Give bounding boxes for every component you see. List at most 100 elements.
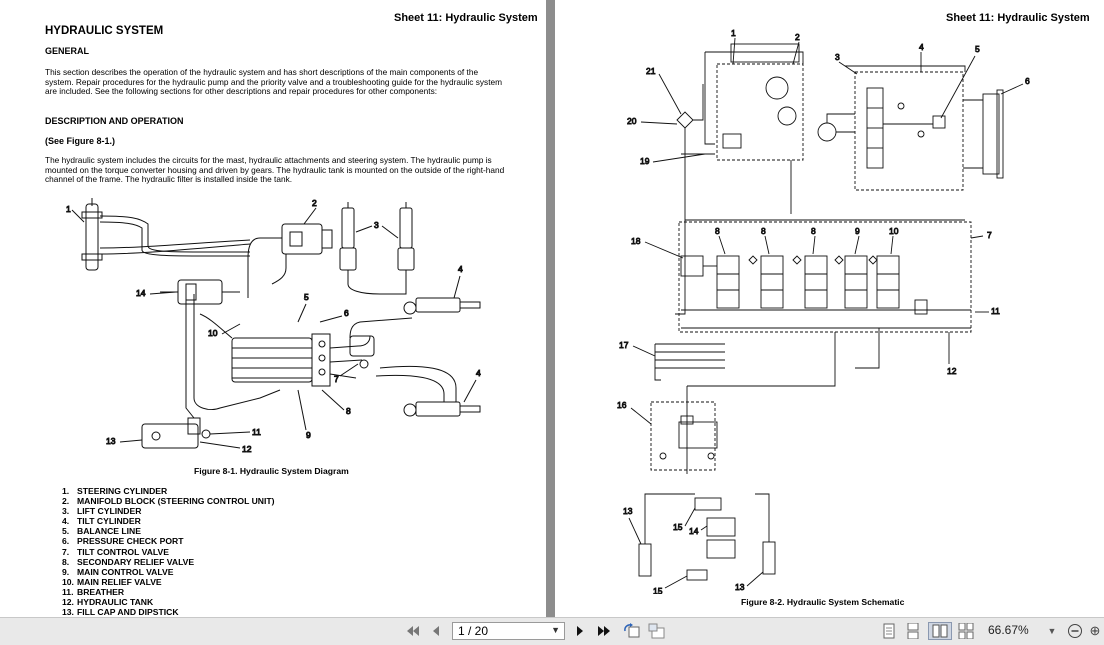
main-control-valve-bank bbox=[678, 221, 972, 333]
svg-text:10: 10 bbox=[208, 328, 218, 338]
hydraulic-schematic: 1 2 3 4 5 6 21 20 19 18 8 8 8 9 10 7 17 … bbox=[617, 28, 1031, 594]
svg-text:10: 10 bbox=[889, 226, 899, 236]
manifold-block-drawing bbox=[247, 223, 333, 298]
sheet-header: Sheet 11: Hydraulic System bbox=[946, 12, 1090, 24]
svg-text:2: 2 bbox=[795, 32, 800, 42]
svg-text:15: 15 bbox=[653, 586, 663, 594]
first-page-icon[interactable] bbox=[404, 622, 422, 640]
svg-text:4: 4 bbox=[476, 368, 481, 378]
svg-text:11: 11 bbox=[252, 427, 261, 437]
continuous-icon[interactable] bbox=[904, 622, 922, 640]
list-item: 4. TILT CYLINDER bbox=[62, 516, 141, 527]
svg-text:13: 13 bbox=[623, 506, 633, 516]
list-item: 11. BREATHER bbox=[62, 586, 125, 597]
page-number-input[interactable]: 1 / 20 ▼ bbox=[452, 622, 565, 640]
list-item: 13. FILL CAP AND DIPSTICK bbox=[62, 607, 179, 617]
svg-text:14: 14 bbox=[689, 526, 699, 536]
svg-text:7: 7 bbox=[334, 374, 339, 384]
svg-text:3: 3 bbox=[835, 52, 840, 62]
steering-pump-drawing bbox=[817, 113, 855, 142]
description-heading: DESCRIPTION AND OPERATION bbox=[45, 116, 184, 126]
rotate-icon[interactable] bbox=[622, 622, 642, 640]
svg-text:6: 6 bbox=[1025, 76, 1030, 86]
svg-text:9: 9 bbox=[306, 430, 311, 440]
figure-8-1-caption: Figure 8-1. Hydraulic System Diagram bbox=[194, 466, 349, 476]
zoom-in-partial-icon[interactable]: ⊕ bbox=[1088, 622, 1102, 640]
svg-text:14: 14 bbox=[136, 288, 146, 298]
svg-text:8: 8 bbox=[761, 226, 766, 236]
svg-text:5: 5 bbox=[304, 292, 309, 302]
list-item: 1. STEERING CYLINDER bbox=[62, 486, 168, 496]
list-item: 8. SECONDARY RELIEF VALVE bbox=[62, 556, 195, 567]
lift-lowering-block bbox=[650, 401, 718, 471]
svg-text:11: 11 bbox=[991, 306, 1000, 316]
figure-8-2-caption: Figure 8-2. Hydraulic System Schematic bbox=[741, 597, 905, 607]
steering-cylinder-right bbox=[963, 89, 1004, 179]
svg-text:13: 13 bbox=[735, 582, 745, 592]
svg-text:7: 7 bbox=[987, 230, 992, 240]
list-item: 6. PRESSURE CHECK PORT bbox=[62, 536, 184, 547]
svg-text:8: 8 bbox=[346, 406, 351, 416]
svg-text:2: 2 bbox=[312, 198, 317, 208]
svg-text:18: 18 bbox=[631, 236, 641, 246]
zoom-dropdown-icon[interactable]: ▼ bbox=[1046, 622, 1058, 640]
lift-cylinders-drawing bbox=[339, 202, 415, 295]
list-item: 3. LIFT CYLINDER bbox=[62, 506, 142, 517]
two-page-continuous-icon[interactable] bbox=[957, 622, 975, 640]
svg-text:3: 3 bbox=[374, 220, 379, 230]
svg-text:15: 15 bbox=[673, 522, 683, 532]
list-item: 12. HYDRAULIC TANK bbox=[62, 597, 154, 608]
tilt-cylinders-drawing bbox=[349, 297, 481, 417]
svg-text:8: 8 bbox=[715, 226, 720, 236]
main-control-valve-drawing bbox=[231, 333, 371, 387]
priority-valve-box bbox=[704, 43, 804, 161]
filter-drawing bbox=[676, 84, 965, 221]
two-page-icon[interactable] bbox=[928, 622, 952, 640]
hydraulic-tank-drawing bbox=[141, 294, 281, 449]
page-title: HYDRAULIC SYSTEM bbox=[45, 25, 164, 37]
svg-text:1: 1 bbox=[731, 28, 736, 38]
viewer-toolbar: 1 / 20 ▼ 66.67% ▼ ⊕ bbox=[0, 617, 1104, 645]
steering-valve-block bbox=[845, 65, 966, 191]
svg-text:12: 12 bbox=[947, 366, 957, 376]
svg-text:4: 4 bbox=[458, 264, 463, 274]
svg-text:8: 8 bbox=[811, 226, 816, 236]
page-indicator: 1 / 20 bbox=[458, 624, 489, 638]
sheet-header: Sheet 11: Hydraulic System bbox=[394, 12, 538, 24]
svg-text:13: 13 bbox=[106, 436, 116, 446]
last-page-icon[interactable] bbox=[595, 622, 613, 640]
steering-cylinder-drawing bbox=[81, 198, 103, 271]
fit-icon[interactable] bbox=[647, 622, 667, 640]
description-paragraph: The hydraulic system includes the circui… bbox=[45, 155, 505, 185]
left-page: Sheet 11: Hydraulic System HYDRAULIC SYS… bbox=[0, 0, 546, 617]
tilt-control-valve-drawing bbox=[349, 335, 375, 369]
general-paragraph: This section describes the operation of … bbox=[45, 67, 503, 97]
right-page: Sheet 11: Hydraulic System 1 2 3 4 5 6 2… bbox=[555, 0, 1104, 617]
prev-page-icon[interactable] bbox=[428, 622, 444, 640]
lift-cylinders-bottom bbox=[638, 493, 776, 581]
svg-text:1: 1 bbox=[66, 204, 71, 214]
svg-text:6: 6 bbox=[344, 308, 349, 318]
svg-text:17: 17 bbox=[619, 340, 629, 350]
list-item: 5. BALANCE LINE bbox=[62, 526, 141, 537]
svg-text:12: 12 bbox=[242, 444, 252, 454]
svg-text:4: 4 bbox=[919, 42, 924, 52]
svg-text:16: 16 bbox=[617, 400, 627, 410]
hydraulic-system-diagram: 1 2 3 4 14 5 6 10 7 4 8 9 11 12 13 bbox=[66, 198, 482, 455]
chevron-down-icon: ▼ bbox=[551, 625, 560, 635]
svg-text:20: 20 bbox=[627, 116, 637, 126]
svg-text:9: 9 bbox=[855, 226, 860, 236]
single-page-icon[interactable] bbox=[880, 622, 898, 640]
zoom-level[interactable]: 66.67% bbox=[988, 623, 1029, 637]
general-heading: GENERAL bbox=[45, 46, 90, 56]
svg-text:5: 5 bbox=[975, 44, 980, 54]
page-gutter bbox=[546, 0, 555, 617]
next-page-icon[interactable] bbox=[572, 622, 588, 640]
list-item: 10. MAIN RELIEF VALVE bbox=[62, 576, 162, 587]
zoom-out-icon[interactable] bbox=[1066, 622, 1084, 640]
list-item: 2. MANIFOLD BLOCK (STEERING CONTROL UNIT) bbox=[62, 496, 275, 507]
svg-text:21: 21 bbox=[646, 66, 656, 76]
svg-text:19: 19 bbox=[640, 156, 650, 166]
see-figure-ref: (See Figure 8-1.) bbox=[45, 136, 116, 146]
parts-list: 1. STEERING CYLINDER 2. MANIFOLD BLOCK (ST… bbox=[62, 486, 274, 617]
